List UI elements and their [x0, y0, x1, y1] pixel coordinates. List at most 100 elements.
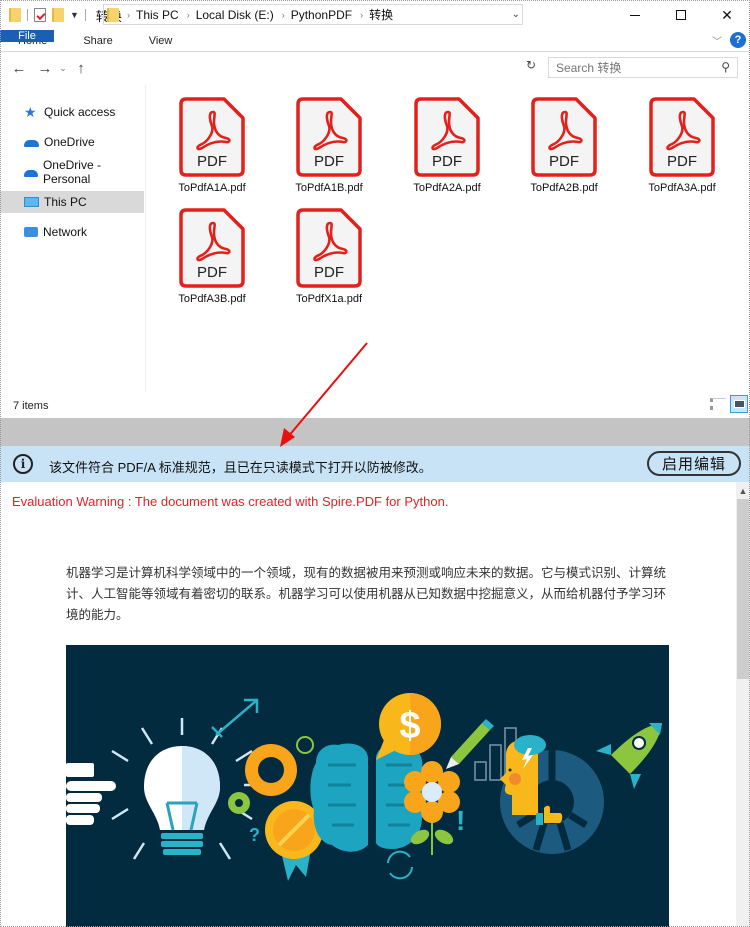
- file-item[interactable]: PDF ToPdfA1A.pdf: [162, 96, 262, 194]
- file-item[interactable]: PDF ToPdfA3B.pdf: [162, 207, 262, 305]
- sidebar-item-onedrive-personal[interactable]: OneDrive - Personal: [0, 158, 144, 186]
- document-paragraph: 机器学习是计算机科学领域中的一个领域，现有的数据被用来预测或响应未来的数据。它与…: [66, 565, 667, 622]
- file-name: ToPdfA1B.pdf: [295, 182, 363, 194]
- minimize-icon: [630, 14, 640, 16]
- computer-icon: [24, 197, 39, 207]
- sidebar-item-label: This PC: [44, 195, 87, 209]
- sidebar-item-network[interactable]: Network: [0, 221, 144, 243]
- file-name: ToPdfA2A.pdf: [413, 182, 481, 194]
- refresh-icon[interactable]: ↻: [526, 58, 536, 72]
- pdf-file-icon: PDF: [530, 96, 598, 178]
- machine-learning-illustration: ? $ !: [66, 645, 669, 927]
- breadcrumb-separator: ›: [186, 9, 190, 20]
- svg-text:?: ?: [249, 825, 260, 845]
- flower-icon: [404, 761, 460, 855]
- file-item[interactable]: PDF ToPdfA2B.pdf: [514, 96, 614, 194]
- pdf-file-icon: PDF: [295, 96, 363, 178]
- network-icon: [24, 227, 38, 237]
- svg-text:PDF: PDF: [314, 264, 344, 281]
- recent-locations-icon[interactable]: ⌄: [56, 63, 70, 74]
- file-item[interactable]: PDF ToPdfA3A.pdf: [632, 96, 732, 194]
- breadcrumb-separator: ›: [360, 9, 364, 20]
- close-icon: ✕: [721, 6, 733, 23]
- file-name: ToPdfA1A.pdf: [178, 182, 246, 194]
- file-name: ToPdfA3B.pdf: [178, 293, 246, 305]
- new-folder-icon[interactable]: [52, 8, 64, 22]
- ribbon-tabs: File Home Share View ﹀ ?: [0, 30, 750, 52]
- status-bar: 7 items: [0, 395, 750, 417]
- file-name: ToPdfX1a.pdf: [295, 293, 363, 305]
- separator: [27, 9, 28, 21]
- customize-toolbar-dropdown-icon[interactable]: ▼: [70, 10, 79, 20]
- folder-icon: [9, 8, 21, 22]
- address-bar[interactable]: › This PC › Local Disk (E:) › PythonPDF …: [103, 4, 523, 25]
- sidebar-item-onedrive[interactable]: OneDrive: [0, 131, 144, 153]
- large-icons-view-icon[interactable]: [730, 395, 748, 413]
- file-name: ToPdfA3A.pdf: [648, 182, 716, 194]
- file-item[interactable]: PDF ToPdfA1B.pdf: [279, 96, 379, 194]
- cloud-icon: [24, 140, 39, 147]
- expand-ribbon-icon[interactable]: ﹀: [712, 33, 722, 48]
- forward-button[interactable]: →: [34, 60, 56, 77]
- close-button[interactable]: ✕: [704, 0, 750, 30]
- file-item[interactable]: PDF ToPdfX1a.pdf: [279, 207, 379, 305]
- pdf-file-icon: PDF: [178, 207, 246, 289]
- tab-view[interactable]: View: [131, 30, 191, 51]
- folder-icon: [107, 7, 119, 22]
- svg-text:$: $: [399, 705, 420, 747]
- star-icon: ★: [24, 104, 37, 120]
- address-dropdown-icon[interactable]: ⌄: [512, 9, 520, 20]
- search-icon: ⚲: [721, 60, 730, 74]
- pdf-file-icon: PDF: [413, 96, 481, 178]
- file-name: ToPdfA2B.pdf: [530, 182, 598, 194]
- info-icon: i: [13, 454, 33, 474]
- sidebar-item-label: Network: [43, 225, 88, 239]
- search-placeholder: Search 转换: [556, 61, 622, 75]
- tab-share[interactable]: Share: [65, 30, 130, 51]
- breadcrumb-separator: ›: [127, 9, 130, 20]
- back-button[interactable]: ←: [8, 60, 30, 77]
- scrollbar-thumb[interactable]: [737, 499, 749, 679]
- sidebar-item-label: OneDrive - Personal: [42, 158, 101, 186]
- tab-file[interactable]: File: [0, 30, 54, 42]
- maximize-button[interactable]: [658, 0, 704, 30]
- pdf-file-icon: PDF: [648, 96, 716, 178]
- pdf-file-icon: PDF: [178, 96, 246, 178]
- breadcrumb-local-disk[interactable]: Local Disk (E:): [196, 8, 274, 22]
- vertical-scrollbar[interactable]: ▲: [736, 482, 750, 927]
- svg-text:PDF: PDF: [432, 153, 462, 170]
- protected-view-infobar: i 该文件符合 PDF/A 标准规范，且已在只读模式下打开以防被修改。 启用编辑: [0, 446, 750, 482]
- svg-text:PDF: PDF: [314, 153, 344, 170]
- navigation-pane: ★ Quick access OneDrive OneDrive - Perso…: [0, 85, 146, 392]
- separator: [84, 9, 86, 21]
- minimize-button[interactable]: [612, 0, 658, 30]
- infobar-message: 该文件符合 PDF/A 标准规范，且已在只读模式下打开以防被修改。: [49, 460, 432, 475]
- sidebar-item-quick-access[interactable]: ★ Quick access: [0, 101, 144, 123]
- scroll-up-icon[interactable]: ▲: [736, 482, 750, 499]
- file-item[interactable]: PDF ToPdfA2A.pdf: [397, 96, 497, 194]
- breadcrumb-pythonpdf[interactable]: PythonPDF: [291, 8, 352, 22]
- properties-icon[interactable]: [34, 8, 46, 22]
- svg-text:!: !: [456, 805, 465, 836]
- cloud-icon: [24, 170, 38, 177]
- up-button[interactable]: ↑: [70, 60, 92, 77]
- svg-text:PDF: PDF: [197, 153, 227, 170]
- breadcrumb-current[interactable]: 转换: [369, 6, 393, 23]
- viewer-toolbar-band: [0, 418, 750, 446]
- enable-editing-button[interactable]: 启用编辑: [647, 451, 741, 476]
- window-controls: ✕: [612, 0, 750, 30]
- svg-text:PDF: PDF: [197, 264, 227, 281]
- sidebar-item-label: OneDrive: [44, 135, 95, 149]
- search-input[interactable]: Search 转换 ⚲: [548, 57, 738, 78]
- svg-text:PDF: PDF: [667, 153, 697, 170]
- sidebar-item-this-pc[interactable]: This PC: [0, 191, 144, 213]
- details-view-icon[interactable]: [710, 398, 726, 410]
- breadcrumb-this-pc[interactable]: This PC: [136, 8, 179, 22]
- item-count: 7 items: [13, 400, 49, 412]
- sidebar-item-label: Quick access: [44, 105, 116, 119]
- evaluation-warning: Evaluation Warning : The document was cr…: [12, 494, 449, 509]
- breadcrumb-separator: ›: [281, 9, 285, 20]
- help-icon[interactable]: ?: [730, 32, 746, 48]
- pdf-file-icon: PDF: [295, 207, 363, 289]
- svg-text:PDF: PDF: [549, 153, 579, 170]
